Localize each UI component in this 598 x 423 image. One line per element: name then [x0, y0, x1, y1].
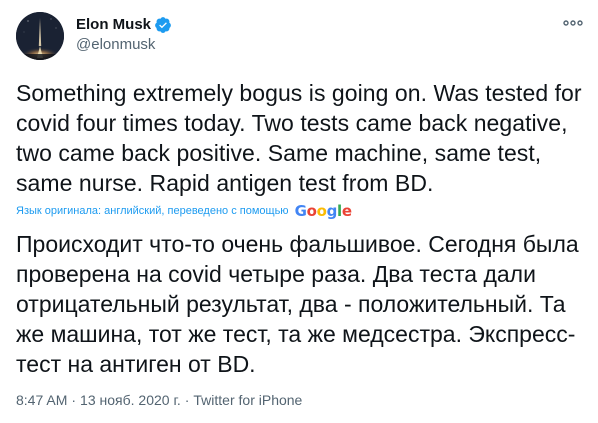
author-display-name-row[interactable]: Elon Musk — [76, 15, 172, 35]
tweet-card: Elon Musk @elonmusk Something extremely … — [0, 0, 598, 423]
google-logo: Google — [294, 202, 352, 220]
author-display-name: Elon Musk — [76, 16, 152, 33]
rocket-launch-avatar-icon — [16, 12, 64, 60]
translation-note-text[interactable]: Язык оригинала: английский, переведено с… — [16, 205, 289, 217]
tweet-meta: 8:47 AM · 13 нояб. 2020 г. · Twitter for… — [16, 392, 302, 408]
more-horizontal-icon — [563, 20, 583, 26]
more-options-button[interactable] — [562, 16, 584, 30]
tweet-header: Elon Musk @elonmusk — [16, 12, 584, 60]
tweet-time[interactable]: 8:47 AM — [16, 392, 67, 408]
translated-tweet-text: Происходит что-то очень фальшивое. Сегод… — [16, 231, 579, 377]
meta-separator: · — [184, 392, 190, 408]
author-handle[interactable]: @elonmusk — [76, 35, 172, 55]
tweet-text: Something extremely bogus is going on. W… — [16, 80, 582, 196]
verified-badge-icon — [154, 16, 172, 34]
tweet-date[interactable]: 13 нояб. 2020 г. — [80, 392, 181, 408]
meta-separator: · — [71, 392, 77, 408]
author-names: Elon Musk @elonmusk — [76, 15, 172, 55]
translation-note[interactable]: Язык оригинала: английский, переведено с… — [16, 202, 352, 220]
tweet-source[interactable]: Twitter for iPhone — [193, 392, 302, 408]
author-avatar[interactable] — [16, 12, 64, 60]
